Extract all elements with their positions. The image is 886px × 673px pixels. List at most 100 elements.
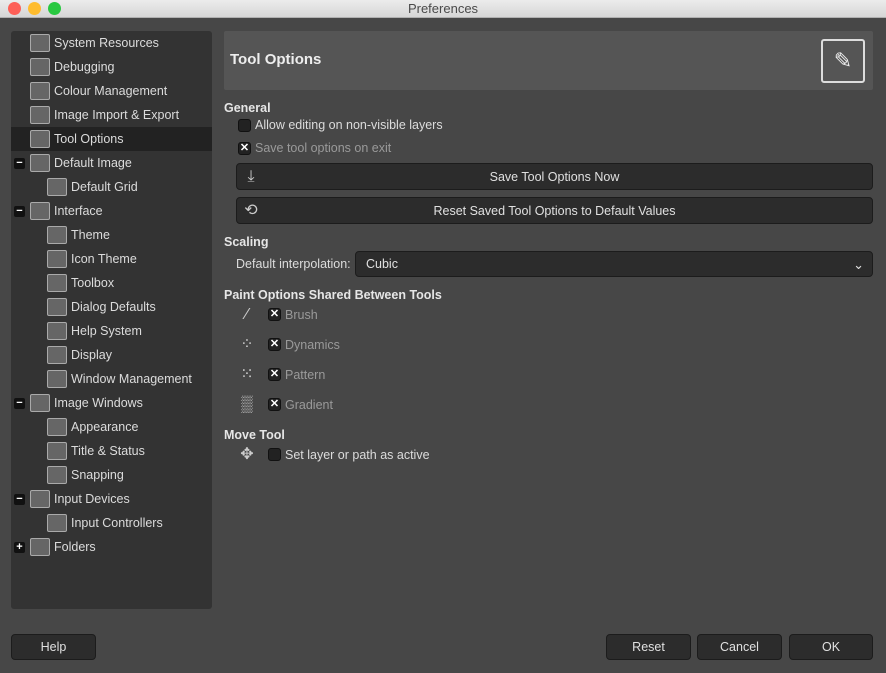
icon-theme-icon — [47, 250, 67, 268]
import-export-icon — [30, 106, 50, 124]
sidebar-item-label: Help System — [71, 324, 142, 338]
dynamics-icon: ⁘ — [240, 336, 254, 353]
sidebar-item-theme[interactable]: Theme — [11, 223, 212, 247]
section-general: General — [224, 101, 271, 115]
sidebar-item-label: Window Management — [71, 372, 192, 386]
sidebar-item-label: Input Controllers — [71, 516, 163, 530]
reset-icon: ⟲ — [244, 202, 258, 219]
tool-options-icon: ✎ — [821, 39, 865, 83]
sidebar-item-label: Colour Management — [54, 84, 168, 98]
sidebar-item-toolbox[interactable]: Toolbox — [11, 271, 212, 295]
pattern-label: Pattern — [285, 368, 326, 382]
dialog-icon — [47, 298, 67, 316]
sidebar-item-label: Theme — [71, 228, 110, 242]
sidebar-item-interface[interactable]: Interface — [11, 199, 212, 223]
display-icon — [47, 346, 67, 364]
save-on-exit-label: Save tool options on exit — [255, 141, 392, 155]
image-window-icon — [30, 394, 50, 412]
wilber-icon — [30, 58, 50, 76]
move-icon: ✥ — [240, 446, 254, 463]
snapping-icon — [47, 466, 67, 484]
sidebar-item-icon-theme[interactable]: Icon Theme — [11, 247, 212, 271]
brush-icon: ⁄ — [245, 306, 249, 323]
pattern-icon: ⁙ — [240, 366, 254, 383]
sidebar-item-title-status[interactable]: Title & Status — [11, 439, 212, 463]
zoom-button[interactable] — [48, 2, 61, 15]
sidebar-item-input-devices[interactable]: Input Devices — [11, 487, 212, 511]
interpolation-select[interactable]: Cubic ⌄ — [355, 251, 873, 277]
sidebar-tree: System Resources Debugging Colour Manageme… — [11, 31, 212, 609]
sidebar-item-label: Interface — [54, 204, 103, 218]
sidebar-item-help-system[interactable]: Help System — [11, 319, 212, 343]
page-header: Tool Options ✎ — [224, 31, 873, 90]
theme-icon — [47, 226, 67, 244]
collapse-icon[interactable]: − — [14, 398, 25, 409]
reset-saved-tool-options-button[interactable]: ⟲ Reset Saved Tool Options to Default Va… — [236, 197, 873, 224]
save-on-exit-checkbox[interactable]: ✕ — [238, 142, 251, 155]
sidebar-item-snapping[interactable]: Snapping — [11, 463, 212, 487]
title-status-icon — [47, 442, 67, 460]
page-title: Tool Options — [230, 51, 322, 68]
expand-icon[interactable]: + — [14, 542, 25, 553]
input-devices-icon — [30, 490, 50, 508]
sidebar-item-display[interactable]: Display — [11, 343, 212, 367]
sidebar-item-label: Image Import & Export — [54, 108, 180, 122]
gradient-checkbox[interactable]: ✕ — [268, 398, 281, 411]
chevron-down-icon: ⌄ — [853, 257, 864, 272]
sidebar-item-default-image[interactable]: Default Image — [11, 151, 212, 175]
sidebar-item-window-management[interactable]: Window Management — [11, 367, 212, 391]
save-now-label: Save Tool Options Now — [489, 170, 620, 184]
dynamics-checkbox[interactable]: ✕ — [268, 338, 281, 351]
sidebar-item-label: Default Grid — [71, 180, 138, 194]
sidebar-item-label: Folders — [54, 540, 96, 554]
ok-button[interactable]: OK — [789, 634, 873, 660]
help-icon — [47, 322, 67, 340]
brush-checkbox[interactable]: ✕ — [268, 308, 281, 321]
close-button[interactable] — [8, 2, 21, 15]
dynamics-label: Dynamics — [285, 338, 340, 352]
sidebar-item-system-resources[interactable]: System Resources — [11, 31, 212, 55]
help-button[interactable]: Help — [11, 634, 96, 660]
interface-icon — [30, 202, 50, 220]
sidebar-item-label: Toolbox — [71, 276, 115, 290]
folder-icon — [30, 538, 50, 556]
default-image-icon — [30, 154, 50, 172]
sidebar-item-appearance[interactable]: Appearance — [11, 415, 212, 439]
cancel-button[interactable]: Cancel — [697, 634, 782, 660]
color-circles-icon — [30, 82, 50, 100]
sidebar-item-colour-management[interactable]: Colour Management — [11, 79, 212, 103]
collapse-icon[interactable]: − — [14, 494, 25, 505]
grid-icon — [47, 178, 67, 196]
sidebar-item-image-windows[interactable]: Image Windows — [11, 391, 212, 415]
sidebar-item-default-grid[interactable]: Default Grid — [11, 175, 212, 199]
sidebar-item-label: Snapping — [71, 468, 124, 482]
sidebar-item-label: Title & Status — [71, 444, 145, 458]
pattern-checkbox[interactable]: ✕ — [268, 368, 281, 381]
sidebar-item-image-import-export[interactable]: Image Import & Export — [11, 103, 212, 127]
gradient-icon: ▒ — [241, 396, 253, 413]
allow-editing-checkbox[interactable] — [238, 119, 251, 132]
collapse-icon[interactable]: − — [14, 206, 25, 217]
section-paint-options: Paint Options Shared Between Tools — [224, 288, 442, 302]
brush-label: Brush — [285, 308, 318, 322]
sidebar-item-label: Debugging — [54, 60, 115, 74]
save-icon: ⤓ — [247, 168, 255, 185]
appearance-icon — [47, 418, 67, 436]
section-move-tool: Move Tool — [224, 428, 285, 442]
interpolation-value: Cubic — [366, 257, 398, 271]
reset-button[interactable]: Reset — [606, 634, 691, 660]
set-active-label: Set layer or path as active — [285, 448, 430, 462]
sidebar-item-label: Dialog Defaults — [71, 300, 156, 314]
sidebar-item-input-controllers[interactable]: Input Controllers — [11, 511, 212, 535]
sidebar-item-folders[interactable]: Folders — [11, 535, 212, 559]
set-active-checkbox[interactable] — [268, 448, 281, 461]
minimize-button[interactable] — [28, 2, 41, 15]
save-tool-options-now-button[interactable]: ⤓ Save Tool Options Now — [236, 163, 873, 190]
sidebar-item-label: Image Windows — [54, 396, 143, 410]
sidebar-item-debugging[interactable]: Debugging — [11, 55, 212, 79]
collapse-icon[interactable]: − — [14, 158, 25, 169]
sidebar-item-tool-options[interactable]: Tool Options — [11, 127, 212, 151]
gradient-label: Gradient — [285, 398, 333, 412]
sidebar-item-dialog-defaults[interactable]: Dialog Defaults — [11, 295, 212, 319]
sidebar-item-label: Icon Theme — [71, 252, 137, 266]
